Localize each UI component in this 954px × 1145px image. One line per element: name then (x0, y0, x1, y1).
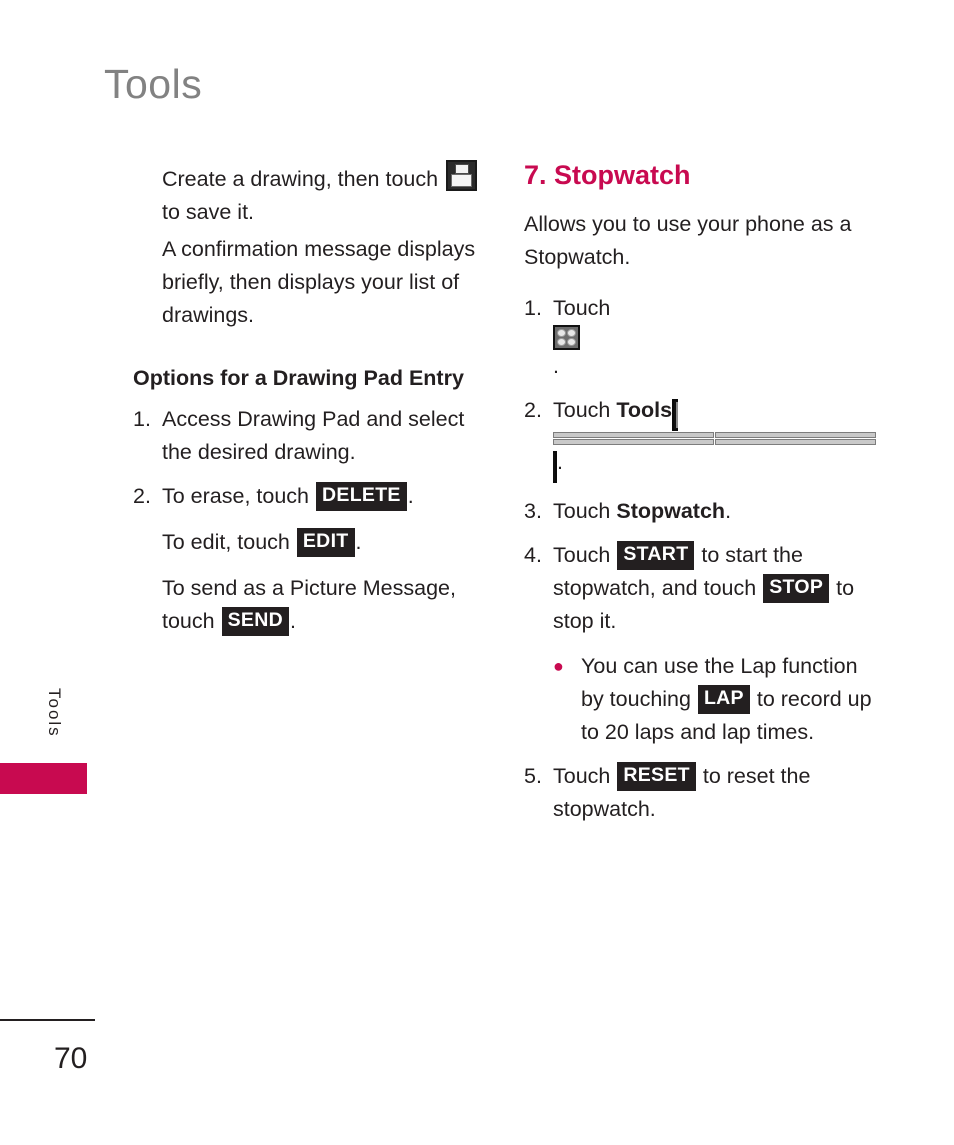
side-tab-marker (0, 763, 87, 794)
left-column: Create a drawing, then touch to save it.… (133, 160, 493, 642)
reset-key-badge[interactable]: RESET (617, 762, 696, 791)
page-number: 70 (54, 1042, 88, 1075)
grid-menu-icon[interactable] (553, 325, 580, 351)
list-item: 1. Access Drawing Pad and select the des… (133, 403, 493, 469)
step4-text-before: Touch (553, 543, 611, 568)
bullet-dot-icon: ● (553, 656, 564, 677)
step1-text-before: Touch (553, 296, 611, 321)
step3-menu-name: Stopwatch (616, 499, 726, 524)
step2-menu-name: Tools (616, 398, 673, 423)
confirmation-paragraph: A confirmation message displays briefly,… (162, 237, 476, 327)
step3-text-before: Touch (553, 499, 611, 524)
right-column: 7. Stopwatch Allows you to use your phon… (524, 160, 876, 837)
list-item-text: Touch Tools . (553, 394, 876, 484)
delete-key-badge[interactable]: DELETE (316, 482, 407, 511)
save-instruction-suffix: to save it. (162, 200, 255, 224)
save-icon (446, 160, 478, 191)
send-text-after: . (289, 609, 296, 633)
save-instruction-paragraph: Create a drawing, then touch to save it. (133, 160, 493, 229)
send-text-before: To send as a Picture Message, touch (162, 576, 456, 633)
lap-key-badge[interactable]: LAP (697, 685, 750, 714)
send-key-badge[interactable]: SEND (221, 607, 289, 636)
lap-bullet-text: You can use the Lap function by touching… (581, 650, 876, 749)
step2-text-before: Touch (553, 398, 611, 423)
page-title: Tools (104, 61, 203, 107)
stopwatch-description: Allows you to use your phone as a Stopwa… (524, 212, 852, 270)
list-item: 2. Touch Tools . (524, 394, 876, 484)
step5-text-before: Touch (553, 764, 611, 789)
step3-text-after: . (725, 499, 732, 524)
list-item-number: 2. (133, 484, 151, 508)
erase-text-after: . (407, 484, 414, 508)
edit-text-before: To edit, touch (162, 530, 290, 554)
step2-text-after: . (557, 450, 563, 475)
stopwatch-section-heading: 7. Stopwatch (524, 160, 691, 190)
save-instruction-prefix: Create a drawing, then touch (162, 167, 439, 191)
list-item-text: Touch Stopwatch. (553, 495, 876, 528)
list-item-number: 4. (524, 543, 542, 568)
list-item: 5. Touch RESET to reset the stopwatch. (524, 760, 876, 826)
list-item-text: Access Drawing Pad and select the desire… (162, 407, 465, 464)
list-item-text: Touch . (553, 292, 876, 383)
list-item-text: Touch START to start the stopwatch, and … (553, 539, 876, 638)
list-item-number: 3. (524, 499, 542, 524)
list-item-number: 1. (524, 296, 542, 321)
options-subheading: Options for a Drawing Pad Entry (133, 366, 464, 390)
erase-text-before: To erase, touch (162, 484, 310, 508)
list-item: 3. Touch Stopwatch. (524, 495, 876, 528)
side-tab-label: Tools (45, 688, 64, 738)
list-item-number: 1. (133, 407, 151, 431)
list-item: 4. Touch START to start the stopwatch, a… (524, 539, 876, 638)
edit-instruction-paragraph: To edit, touch EDIT. (133, 526, 493, 559)
list-item: 2. To erase, touch DELETE. (133, 480, 493, 513)
lap-bullet-item: ● You can use the Lap function by touchi… (524, 650, 876, 749)
footer-divider (0, 1019, 95, 1021)
list-item-number: 2. (524, 398, 542, 423)
step1-text-after: . (553, 354, 559, 379)
stop-key-badge[interactable]: STOP (763, 574, 830, 603)
list-item-number: 5. (524, 764, 542, 789)
start-key-badge[interactable]: START (617, 541, 695, 570)
list-item-text: To erase, touch DELETE. (162, 480, 493, 513)
list-item: 1. Touch . (524, 292, 876, 383)
send-instruction-paragraph: To send as a Picture Message, touch SEND… (133, 572, 493, 638)
edit-text-after: . (355, 530, 362, 554)
list-item-text: Touch RESET to reset the stopwatch. (553, 760, 876, 826)
edit-key-badge[interactable]: EDIT (296, 528, 355, 557)
